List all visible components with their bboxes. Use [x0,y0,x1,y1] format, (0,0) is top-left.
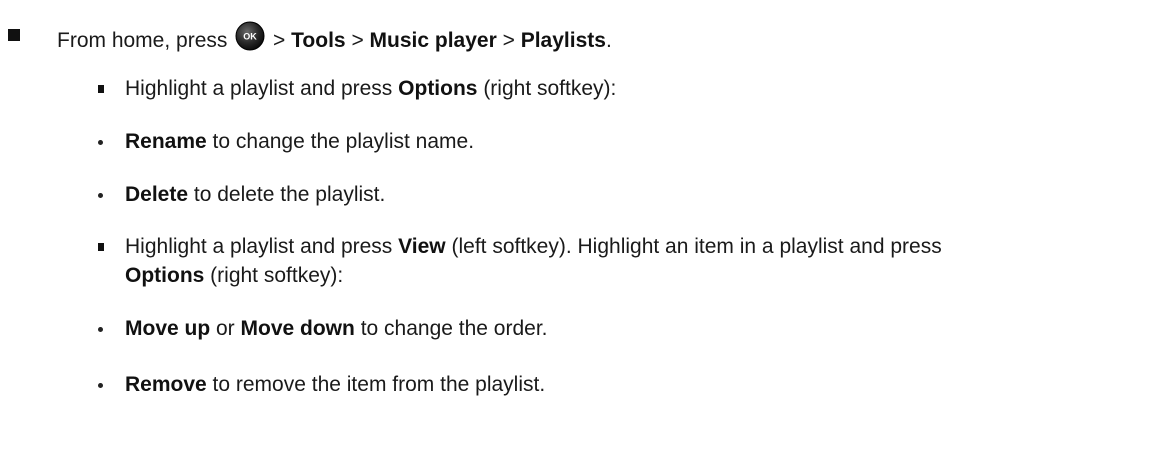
step-keyword: Remove [125,373,207,396]
step-text: to change the playlist name. [206,130,475,153]
level3-bullet [98,193,103,198]
step-text: (right softkey): [204,264,344,287]
step-line-2: Highlight a playlist and press Options (… [125,76,616,102]
step-keyword: Move up [125,317,211,340]
step-text: > [496,29,521,52]
step-keyword: Tools [291,29,346,52]
step-text: Highlight a playlist and press [125,77,399,100]
step-text: to delete the playlist. [188,183,386,206]
level3-bullet [98,383,103,388]
step-line-3: Rename to change the playlist name. [125,129,474,155]
step-text: > [267,29,292,52]
step-line-5: Highlight a playlist and press View (lef… [125,234,942,260]
step-keyword: Options [398,77,478,100]
level2-bullet [98,85,104,93]
level3-bullet [98,140,103,145]
step-text: From home, press [57,29,234,52]
step-keyword: Options [125,264,205,287]
step-line-6: Options (right softkey): [125,263,343,289]
step-text: or [210,317,241,340]
step-keyword: Move down [240,317,355,340]
step-keyword: Rename [125,130,207,153]
step-keyword: Music player [369,29,497,52]
step-keyword: Delete [125,183,189,206]
step-line-8: Remove to remove the item from the playl… [125,372,545,398]
level3-bullet [98,327,103,332]
step-line-1: From home, press OK > Tools > Music play… [57,21,612,54]
step-text: to change the order. [354,317,548,340]
level1-bullet [8,29,20,41]
level2-bullet [98,243,104,251]
step-text: > [345,29,370,52]
ok-button-icon: OK [235,21,265,51]
step-text: Highlight a playlist and press [125,235,399,258]
step-text: . [605,29,612,52]
step-keyword: View [398,235,446,258]
step-text: (right softkey): [477,77,617,100]
step-line-7: Move up or Move down to change the order… [125,316,548,342]
step-text: (left softkey). Highlight an item in a p… [445,235,942,258]
step-keyword: Playlists [520,29,606,52]
ok-icon-label: OK [243,32,257,42]
step-text: to remove the item from the playlist. [206,373,546,396]
step-line-4: Delete to delete the playlist. [125,182,385,208]
